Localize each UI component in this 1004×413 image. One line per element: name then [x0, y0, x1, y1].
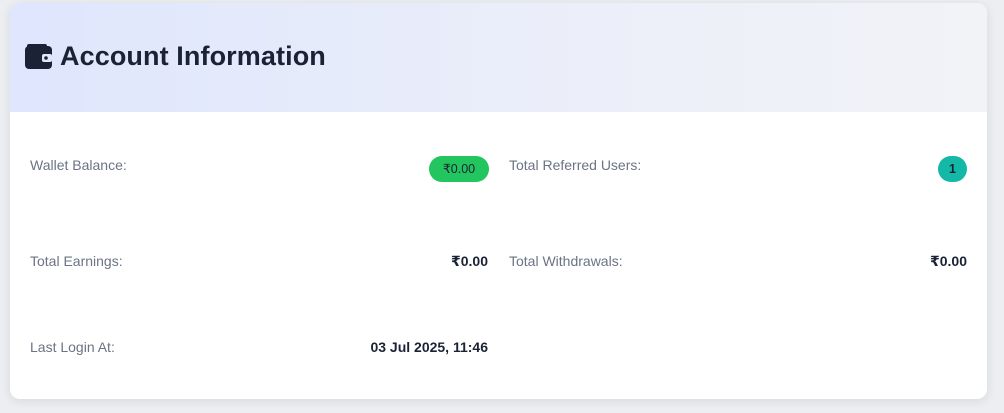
account-information-card: Account Information Wallet Balance: ₹0.0…	[10, 3, 987, 399]
wallet-balance-label: Wallet Balance:	[30, 157, 127, 173]
last-login-label: Last Login At:	[30, 339, 115, 355]
total-earnings-value: ₹0.00	[451, 253, 488, 269]
total-referred-users-label: Total Referred Users:	[509, 157, 642, 173]
total-withdrawals-label: Total Withdrawals:	[509, 253, 623, 269]
total-referred-users-badge: 1	[938, 156, 967, 182]
last-login-value: 03 Jul 2025, 11:46	[370, 339, 488, 355]
card-header: Account Information	[10, 3, 987, 112]
total-earnings-label: Total Earnings:	[30, 253, 123, 269]
total-withdrawals-value: ₹0.00	[930, 253, 967, 269]
header-title-group: Account Information	[24, 41, 326, 72]
page-title: Account Information	[60, 41, 326, 71]
wallet-balance-badge: ₹0.00	[429, 156, 489, 182]
wallet-icon	[24, 42, 54, 72]
